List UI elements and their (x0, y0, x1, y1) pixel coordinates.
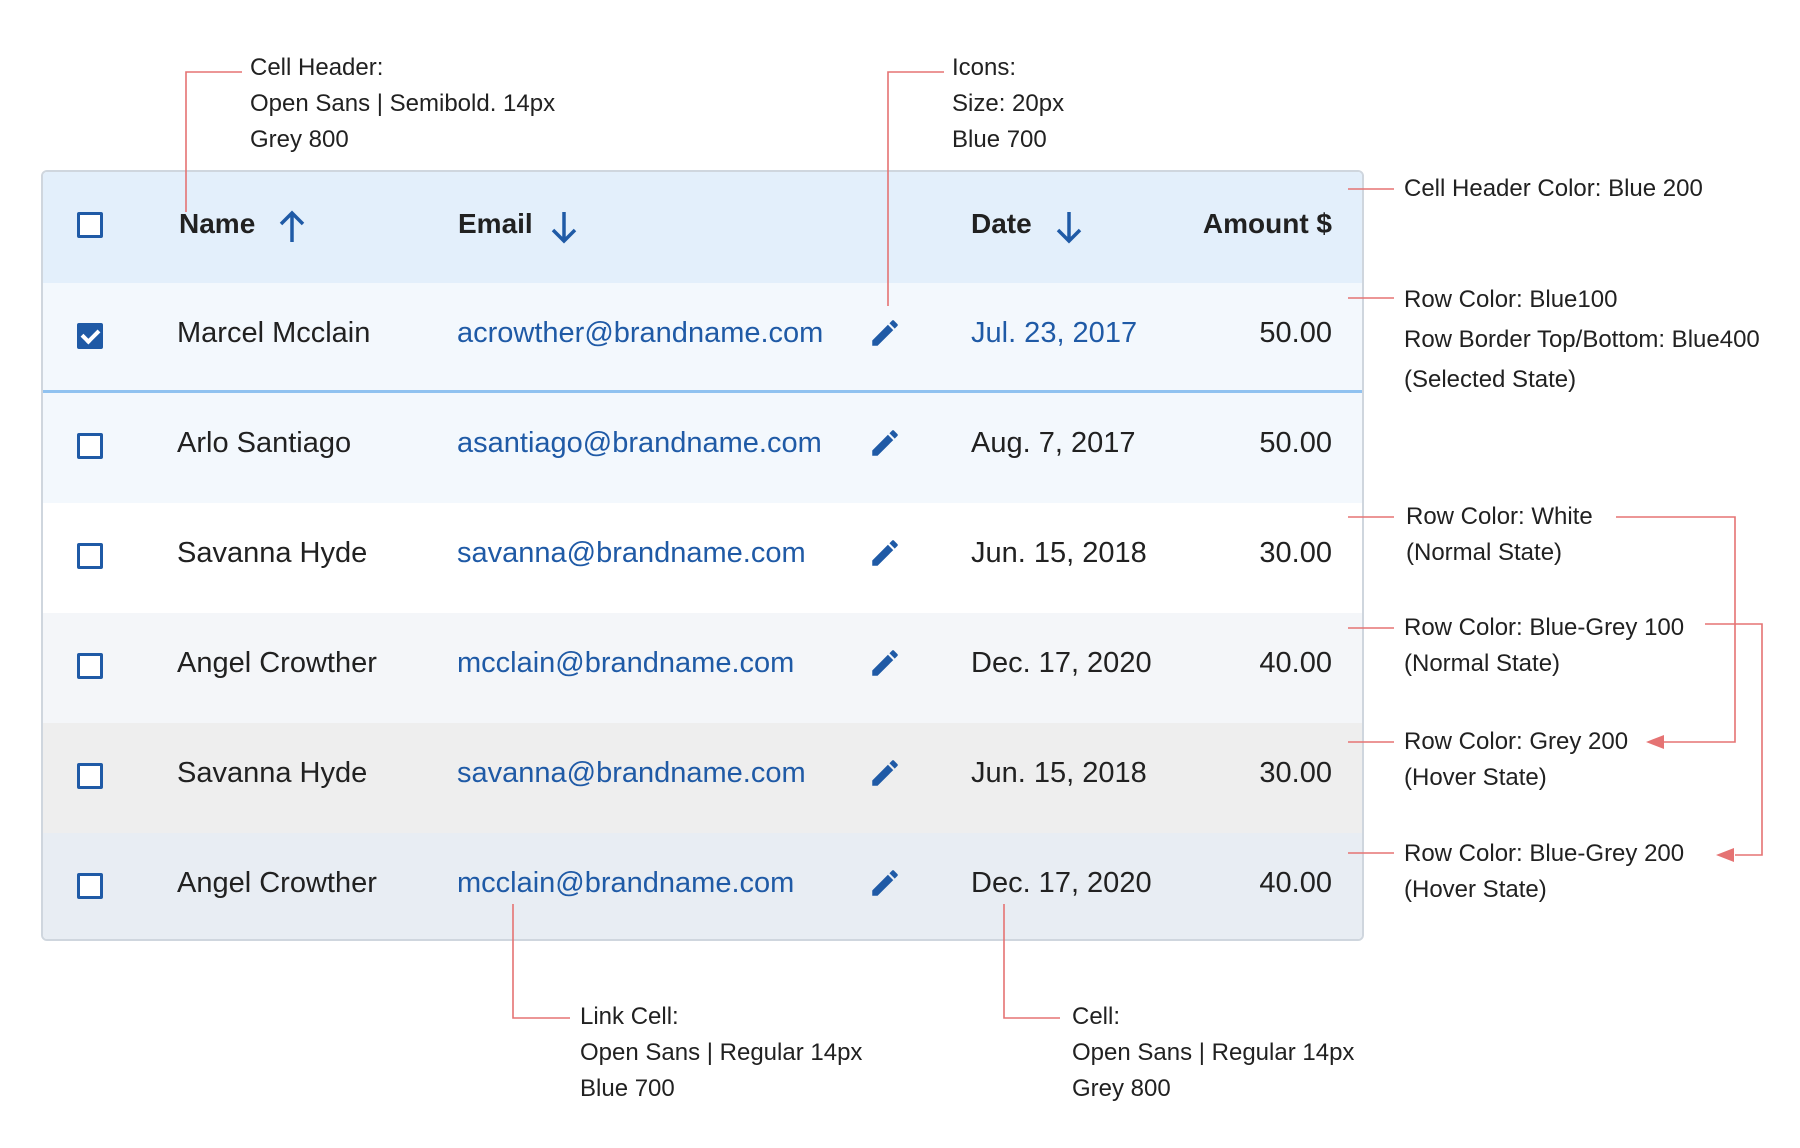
annotation-link-cell: Link Cell: Open Sans | Regular 14px Blue… (580, 999, 862, 1107)
annotation-text: Open Sans | Semibold. 14px (250, 90, 556, 117)
annotation-text: Icons: (952, 54, 1017, 81)
annotation-text: Size: 20px (952, 90, 1065, 117)
annotation-row-bluegrey200: Row Color: Blue-Grey 200 (Hover State) (1404, 836, 1684, 908)
annotation-text: Row Color: Blue-Grey 200 (1404, 840, 1685, 867)
annotation-text: Row Color: Blue100 (1404, 286, 1618, 313)
annotation-cell: Cell: Open Sans | Regular 14px Grey 800 (1072, 999, 1354, 1107)
annotation-text: Open Sans | Regular 14px (1072, 1039, 1355, 1066)
annotation-text: Blue 700 (952, 126, 1047, 153)
annotation-row-white: Row Color: White (Normal State) (1406, 499, 1593, 571)
annotation-text: Cell Header: (250, 54, 384, 81)
annotation-text: (Hover State) (1404, 876, 1547, 903)
annotation-text: Row Color: Grey 200 (1404, 728, 1629, 755)
annotation-text: (Hover State) (1404, 764, 1547, 791)
annotation-header-color: Cell Header Color: Blue 200 (1404, 171, 1703, 207)
annotation-text: Blue 700 (580, 1075, 675, 1102)
annotation-text: (Selected State) (1404, 366, 1577, 393)
annotation-text: Row Border Top/Bottom: Blue400 (1404, 326, 1760, 353)
annotation-text: (Normal State) (1406, 539, 1563, 566)
annotation-text: Cell Header Color: Blue 200 (1404, 175, 1703, 202)
annotation-row-grey200: Row Color: Grey 200 (Hover State) (1404, 724, 1628, 796)
annotation-text: Row Color: Blue-Grey 100 (1404, 614, 1685, 641)
annotation-row-bluegrey100: Row Color: Blue-Grey 100 (Normal State) (1404, 610, 1684, 682)
annotation-text: Grey 800 (1072, 1075, 1171, 1102)
annotation-cell-header: Cell Header: Open Sans | Semibold. 14px … (250, 50, 555, 158)
annotation-text: Grey 800 (250, 126, 349, 153)
annotation-row-selected: Row Color: Blue100 Row Border Top/Bottom… (1404, 280, 1760, 400)
annotation-text: (Normal State) (1404, 650, 1561, 677)
annotation-icons: Icons: Size: 20px Blue 700 (952, 50, 1064, 158)
annotation-text: Open Sans | Regular 14px (580, 1039, 863, 1066)
annotation-text: Cell: (1072, 1003, 1121, 1030)
annotation-text: Row Color: White (1406, 503, 1593, 530)
annotation-text: Link Cell: (580, 1003, 679, 1030)
